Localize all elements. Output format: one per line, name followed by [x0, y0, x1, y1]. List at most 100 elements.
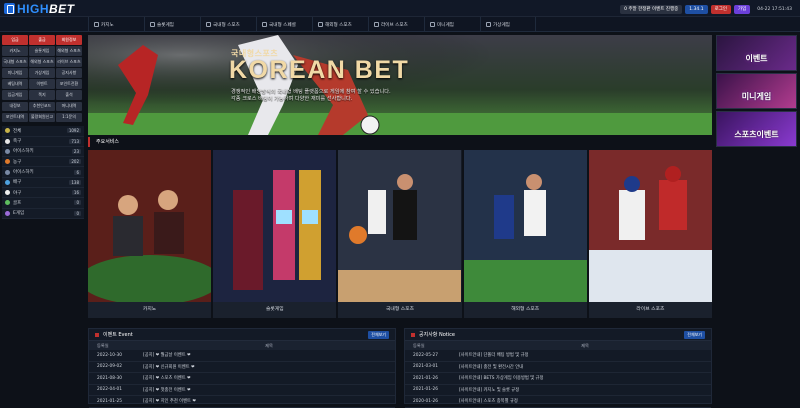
event-panel: 이벤트 Event 전체보기 등록일 제목 2022-10-30 [공지] ❤ 월급날… — [88, 328, 396, 408]
card-live-sports[interactable]: 라이브 스포츠 — [588, 150, 713, 318]
side-menu-item[interactable]: 가상게임 — [29, 68, 55, 78]
side-menu-item[interactable]: 출석 — [56, 90, 82, 101]
sport-count: 23 — [71, 148, 81, 154]
table-row[interactable]: 2021-03-01 [사이트안내] 충전 및 환전시간 안내 — [405, 362, 711, 373]
table-row[interactable]: 2022-04-01 [공지] ❤ 첫충전 이벤트 ❤ — [89, 385, 395, 396]
sport-count: 6 — [74, 169, 81, 175]
bullet-icon — [411, 332, 415, 337]
signup-button[interactable]: 가입 — [734, 4, 751, 14]
table-row[interactable]: 2021-01-26 [사이트안내] 카지노 및 슬롯 규정 — [405, 385, 711, 396]
slot-image — [213, 150, 337, 302]
nav-item-live-sports[interactable]: 라이브 스포츠 — [368, 17, 424, 32]
card-overseas-sports[interactable]: 해외형 스포츠 — [463, 150, 587, 318]
table-row[interactable]: 2020-01-26 [사이트안내] 스포츠 종목별 규정 — [405, 396, 711, 408]
side-menu-item[interactable]: 슬롯게임 — [29, 46, 55, 56]
table-row[interactable]: 2021-01-25 [공지] ❤ 지인 추천 이벤트 ❤ — [89, 396, 395, 408]
card-label: 국내형 스포츠 — [338, 302, 462, 318]
sport-row[interactable]: 배구 138 — [2, 178, 84, 189]
nav-item-virtual[interactable]: 가상게임 — [480, 17, 536, 32]
side-menu-item[interactable]: 해외형 스포츠 — [56, 46, 82, 56]
sport-row[interactable]: 축구 713 — [2, 137, 84, 147]
table-row[interactable]: 2022-10-30 [공지] ❤ 월급날 이벤트 ❤ — [89, 350, 395, 362]
sidebar-menu-grid: 입금 출금 회원정보 카지노 슬롯게임 해외형 스포츠 국내형 스포츠 해외형 … — [2, 35, 84, 123]
logo-text-a: HIGH — [17, 2, 49, 16]
side-menu-item[interactable]: 라이브 스포츠 — [56, 57, 82, 67]
site-logo[interactable]: HIGHBET — [4, 2, 75, 16]
side-menu-item[interactable]: 이벤트 — [29, 79, 55, 89]
nav-item-korean-special[interactable]: 국내형 스페셜 — [256, 17, 312, 32]
event-banner[interactable]: 이벤트 — [716, 35, 797, 71]
all-icon — [5, 128, 10, 134]
table-row[interactable]: 2021-01-26 [사이트안내] BETS 가상게임 이용방법 및 규정 — [405, 373, 711, 385]
side-menu-item[interactable]: 포인트내역 — [2, 112, 28, 123]
table-row[interactable]: 2022-05-27 [사이트안내] 단폴더 배팅 방법 및 규정 — [405, 350, 711, 362]
logo-text-b: BET — [49, 2, 75, 16]
side-menu-item[interactable]: 추천인코드 — [29, 101, 55, 112]
sport-row[interactable]: 야구 16 — [2, 188, 84, 199]
sport-count: 138 — [69, 179, 81, 185]
notice-ticker[interactable]: 0 주말 한정판 이벤트 진행중 — [620, 4, 683, 14]
hero-title: KOREAN BET — [229, 56, 410, 84]
card-slot[interactable]: 슬롯게임 — [213, 150, 337, 318]
side-banners: 이벤트 미니게임 스포츠이벤트 — [716, 35, 797, 149]
minigame-icon — [430, 22, 435, 27]
notice-panel-title: 공지사항 Notice — [419, 332, 455, 338]
nav-item-overseas-sports[interactable]: 해외형 스포츠 — [312, 17, 368, 32]
table-header: 등록일 제목 — [89, 341, 395, 350]
side-menu-item[interactable]: 불량회원신고 — [29, 112, 55, 123]
hero-banner[interactable]: 국내형스포츠 KOREAN BET 경쟁적인 배당방식의 국내형 배팅 플랫폼으… — [88, 35, 712, 135]
sport-row[interactable]: E게임 0 — [2, 209, 84, 219]
main-nav: 카지노 슬롯게임 국내형 스포츠 국내형 스페셜 해외형 스포츠 라이브 스포츠… — [0, 17, 800, 32]
side-menu-item[interactable]: 국내형 스포츠 — [2, 57, 28, 67]
side-menu-item[interactable]: 포인트전환 — [56, 79, 82, 89]
sport-row[interactable]: 골프 0 — [2, 198, 84, 209]
card-label: 라이브 스포츠 — [588, 302, 713, 318]
side-menu-item[interactable]: 쪽지 — [29, 90, 55, 101]
sport-count: 16 — [71, 190, 81, 196]
side-menu-item[interactable]: 카지노 — [2, 46, 28, 56]
sport-row[interactable]: 전체 1092 — [2, 126, 84, 137]
side-menu-item[interactable]: 입금게임 — [2, 90, 28, 101]
soccer-icon — [5, 138, 10, 144]
sports-icon — [206, 22, 211, 27]
sport-count: 202 — [69, 159, 81, 165]
sport-row[interactable]: 아이스하키 23 — [2, 147, 84, 158]
side-menu-item[interactable]: 미니게임 — [2, 68, 28, 78]
table-row[interactable]: 2021-08-30 [공지] ❤ 스포츠 이벤트 ❤ — [89, 373, 395, 385]
side-menu-item[interactable]: 공지사항 — [56, 68, 82, 78]
balance-badge: 1.34.1 — [685, 4, 708, 14]
card-casino[interactable]: 카지노 — [88, 150, 212, 318]
notice-panel: 공지사항 Notice 전체보기 등록일 제목 2022-05-27 [사이트안내] … — [404, 328, 712, 408]
logo-icon — [4, 3, 15, 14]
side-menu-item[interactable]: 머니내역 — [56, 101, 82, 112]
sport-row[interactable]: 아이스하키 6 — [2, 167, 84, 178]
table-row[interactable]: 2022-09-02 [공지] ❤ 신규회원 이벤트 ❤ — [89, 362, 395, 373]
side-menu-item[interactable]: 해외형 스포츠 — [29, 57, 55, 67]
member-info-button[interactable]: 회원정보 — [56, 35, 82, 45]
sport-count: 0 — [74, 200, 81, 206]
live-icon — [374, 22, 379, 27]
basketball-image — [338, 150, 462, 302]
event-more-button[interactable]: 전체보기 — [368, 330, 389, 339]
nav-item-minigame[interactable]: 미니게임 — [424, 17, 480, 32]
side-menu-item[interactable]: 내정보 — [2, 101, 28, 112]
nav-item-korean-sports[interactable]: 국내형 스포츠 — [200, 17, 256, 32]
withdraw-button[interactable]: 출금 — [29, 35, 55, 45]
card-korean-sports[interactable]: 국내형 스포츠 — [338, 150, 462, 318]
sport-row[interactable]: 농구 202 — [2, 157, 84, 168]
minigame-banner[interactable]: 미니게임 — [716, 73, 797, 109]
basketball-icon — [5, 159, 10, 165]
casino-image — [88, 150, 211, 302]
side-menu-item[interactable]: 1:1문의 — [56, 112, 82, 123]
globe-icon — [318, 22, 323, 27]
bullet-icon — [95, 332, 99, 337]
nav-item-slot[interactable]: 슬롯게임 — [144, 17, 200, 32]
deposit-button[interactable]: 입금 — [2, 35, 28, 45]
virtual-icon — [486, 22, 491, 27]
notice-more-button[interactable]: 전체보기 — [684, 330, 705, 339]
nav-item-casino[interactable]: 카지노 — [88, 17, 144, 32]
side-menu-item[interactable]: 베팅내역 — [2, 79, 28, 89]
sports-event-banner[interactable]: 스포츠이벤트 — [716, 111, 797, 147]
login-button[interactable]: 로그인 — [710, 4, 731, 14]
slot-icon — [150, 22, 155, 27]
